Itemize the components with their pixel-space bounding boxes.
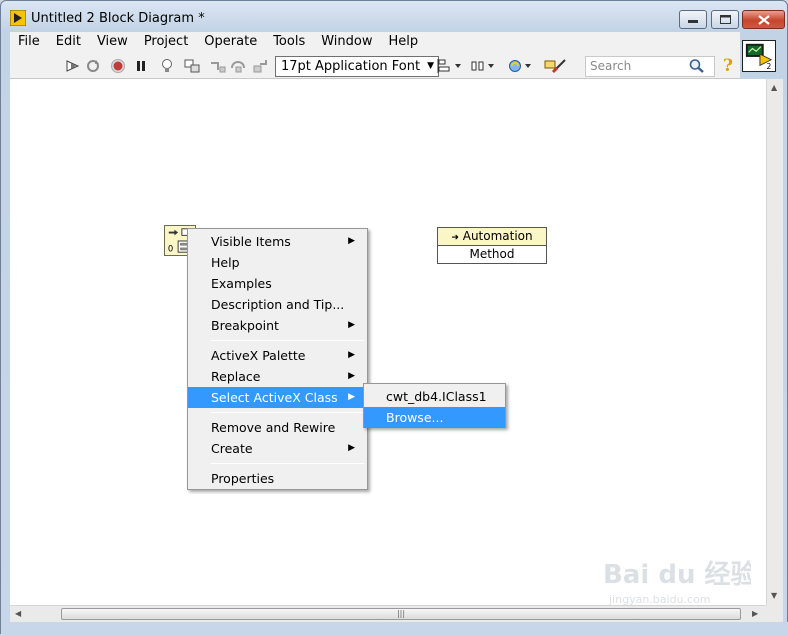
ctx-item-label: Select ActiveX Class [211, 390, 338, 405]
run-continuously-icon[interactable] [84, 58, 102, 74]
ctx-visible-items[interactable]: Visible Items ▶ [188, 231, 367, 252]
ctx-examples[interactable]: Examples [188, 273, 367, 294]
scroll-left-icon[interactable]: ◀ [15, 609, 21, 618]
ctx-activex-palette[interactable]: ActiveX Palette ▶ [188, 345, 367, 366]
ctx-item-label: Help [211, 255, 240, 270]
submenu-arrow-icon: ▶ [348, 392, 355, 402]
ctx-properties[interactable]: Properties [188, 468, 367, 489]
menu-separator [210, 340, 364, 341]
search-icon[interactable] [688, 58, 706, 74]
menu-operate[interactable]: Operate [196, 32, 265, 52]
ctx-description-and-tip[interactable]: Description and Tip... [188, 294, 367, 315]
step-over-icon[interactable] [230, 58, 248, 74]
ctx-item-label: Properties [211, 471, 275, 486]
automation-node-title: Automation [462, 229, 533, 243]
menu-project[interactable]: Project [136, 32, 196, 52]
submenu-browse[interactable]: Browse... [364, 407, 505, 428]
block-diagram-canvas[interactable] [10, 79, 766, 605]
ctx-item-label: Breakpoint [211, 318, 279, 333]
menu-view[interactable]: View [89, 32, 136, 52]
ctx-item-label: Replace [211, 369, 261, 384]
pause-icon[interactable] [132, 58, 150, 74]
status-bar [1, 622, 788, 635]
menu-bar: File Edit View Project Operate Tools Win… [10, 32, 740, 52]
menu-tools[interactable]: Tools [265, 32, 313, 52]
menu-separator [210, 463, 364, 464]
ctx-item-label: Create [211, 441, 253, 456]
title-bar: Untitled 2 Block Diagram * [1, 1, 787, 31]
run-arrow-icon[interactable] [64, 58, 82, 74]
scroll-right-icon[interactable]: ▶ [752, 609, 758, 618]
ctx-select-activex-class[interactable]: Select ActiveX Class ▶ [188, 387, 367, 408]
menu-edit[interactable]: Edit [48, 32, 89, 52]
minimize-icon [688, 19, 698, 23]
ctx-item-label: Remove and Rewire [211, 420, 336, 435]
chevron-down-icon: ▼ [427, 61, 434, 71]
menu-help[interactable]: Help [380, 32, 426, 52]
toolbar: 17pt Application Font ▼ Search ? [10, 52, 740, 79]
retain-wire-values-icon[interactable] [183, 58, 201, 74]
submenu-arrow-icon: ▶ [348, 371, 355, 381]
watermark-url: jingyan.baidu.com [608, 593, 711, 606]
step-out-icon[interactable] [252, 58, 270, 74]
menu-separator [210, 412, 364, 413]
help-icon[interactable]: ? [719, 56, 737, 76]
ctx-item-label: ActiveX Palette [211, 348, 306, 363]
vi-icon[interactable]: 2 [742, 40, 776, 72]
submenu-arrow-icon: ▶ [348, 320, 355, 330]
labview-window: Untitled 2 Block Diagram * File Edit Vie… [0, 0, 788, 635]
window-title: Untitled 2 Block Diagram * [31, 11, 205, 26]
ctx-replace[interactable]: Replace ▶ [188, 366, 367, 387]
automation-node-method[interactable]: Method [438, 246, 546, 263]
automation-node-header: ➜ Automation [438, 228, 546, 246]
close-button[interactable] [742, 10, 785, 29]
automation-invoke-node[interactable]: ➜ Automation Method [437, 227, 547, 264]
align-objects-icon[interactable] [437, 58, 463, 74]
vertical-scrollbar[interactable]: ▲ ▼ [766, 79, 783, 605]
font-select[interactable]: 17pt Application Font ▼ [275, 56, 439, 77]
close-icon [757, 14, 770, 25]
ctx-create[interactable]: Create ▶ [188, 438, 367, 459]
submenu-arrow-icon: ▶ [348, 443, 355, 453]
svg-text:2: 2 [767, 62, 772, 71]
scroll-up-icon[interactable]: ▲ [771, 83, 777, 92]
ctx-breakpoint[interactable]: Breakpoint ▶ [188, 315, 367, 336]
reorder-icon[interactable] [507, 58, 533, 74]
ctx-remove-and-rewire[interactable]: Remove and Rewire [188, 417, 367, 438]
ctx-item-label: Visible Items [211, 234, 291, 249]
context-menu: Visible Items ▶ Help Examples Descriptio… [187, 228, 368, 490]
distribute-objects-icon[interactable] [470, 58, 496, 74]
menu-window[interactable]: Window [313, 32, 380, 52]
minimize-button[interactable] [679, 10, 707, 29]
resize-grip[interactable] [766, 605, 783, 622]
ctx-item-label: Examples [211, 276, 272, 291]
svg-text:0: 0 [168, 243, 173, 253]
menu-file[interactable]: File [10, 32, 48, 52]
ctx-help[interactable]: Help [188, 252, 367, 273]
submenu-class-cwt-db4[interactable]: cwt_db4.IClass1 [364, 386, 505, 407]
submenu-arrow-icon: ▶ [348, 350, 355, 360]
cleanup-diagram-icon[interactable] [543, 58, 569, 74]
abort-icon[interactable] [109, 58, 127, 74]
ctx-item-label: Description and Tip... [211, 297, 345, 312]
watermark-logo-text: Bai du 经验 [603, 559, 751, 590]
lightbulb-icon[interactable] [158, 58, 176, 74]
activex-class-submenu: cwt_db4.IClass1 Browse... [363, 383, 506, 428]
automation-arrow-icon: ➜ [451, 233, 459, 243]
step-into-icon[interactable] [209, 58, 227, 74]
labview-app-icon [10, 10, 26, 26]
submenu-arrow-icon: ▶ [348, 236, 355, 246]
baidu-jingyan-watermark: Bai du 经验 jingyan.baidu.com [603, 559, 751, 606]
font-select-value: 17pt Application Font [281, 59, 421, 74]
maximize-icon [719, 15, 731, 24]
scroll-down-icon[interactable]: ▼ [771, 591, 777, 600]
maximize-button[interactable] [711, 10, 739, 29]
